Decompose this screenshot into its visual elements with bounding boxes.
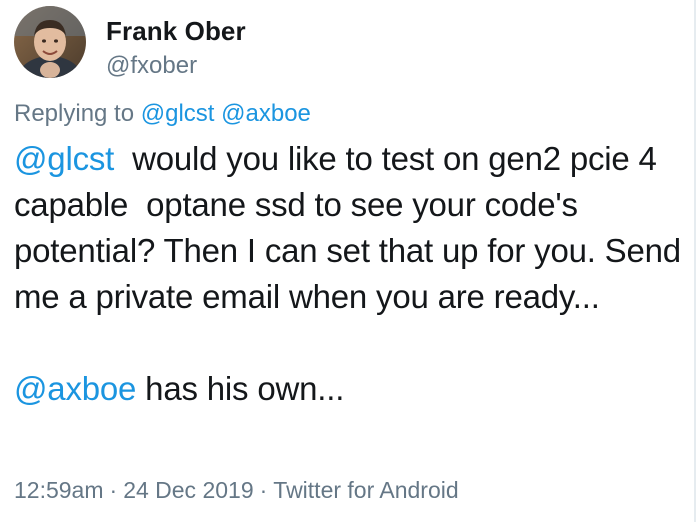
author-handle[interactable]: @fxober <box>106 50 246 82</box>
tweet-source: Twitter for Android <box>273 477 459 503</box>
mention-glcst[interactable]: @glcst <box>14 140 114 177</box>
tweet-time[interactable]: 12:59am <box>14 477 104 503</box>
author-display-name[interactable]: Frank Ober <box>106 14 246 48</box>
replying-to-line: Replying to @glcst @axboe <box>14 98 311 130</box>
tweet-paragraph-2-text: has his own... <box>136 370 345 407</box>
mention-axboe[interactable]: @axboe <box>14 370 136 407</box>
reply-mention-glcst[interactable]: @glcst <box>141 100 215 127</box>
tweet-paragraph-2: @axboe has his own... <box>14 366 684 412</box>
tweet-header: Frank Ober @fxober <box>14 6 246 82</box>
tweet-date[interactable]: 24 Dec 2019 <box>123 477 253 503</box>
author-names[interactable]: Frank Ober @fxober <box>106 6 246 82</box>
tweet-paragraph-1-text: would you like to test on gen2 pcie 4 ca… <box>14 140 690 315</box>
meta-separator: · <box>109 477 118 503</box>
replying-to-label: Replying to <box>14 100 141 127</box>
meta-separator: · <box>259 477 268 503</box>
tweet-meta: 12:59am · 24 Dec 2019 · Twitter for Android <box>14 474 459 506</box>
tweet-paragraph-1: @glcst would you like to test on gen2 pc… <box>14 136 684 320</box>
avatar-photo-icon <box>14 6 86 78</box>
reply-mention-axboe[interactable]: @axboe <box>221 100 311 127</box>
tweet-body: @glcst would you like to test on gen2 pc… <box>14 136 684 412</box>
avatar[interactable] <box>14 6 86 78</box>
